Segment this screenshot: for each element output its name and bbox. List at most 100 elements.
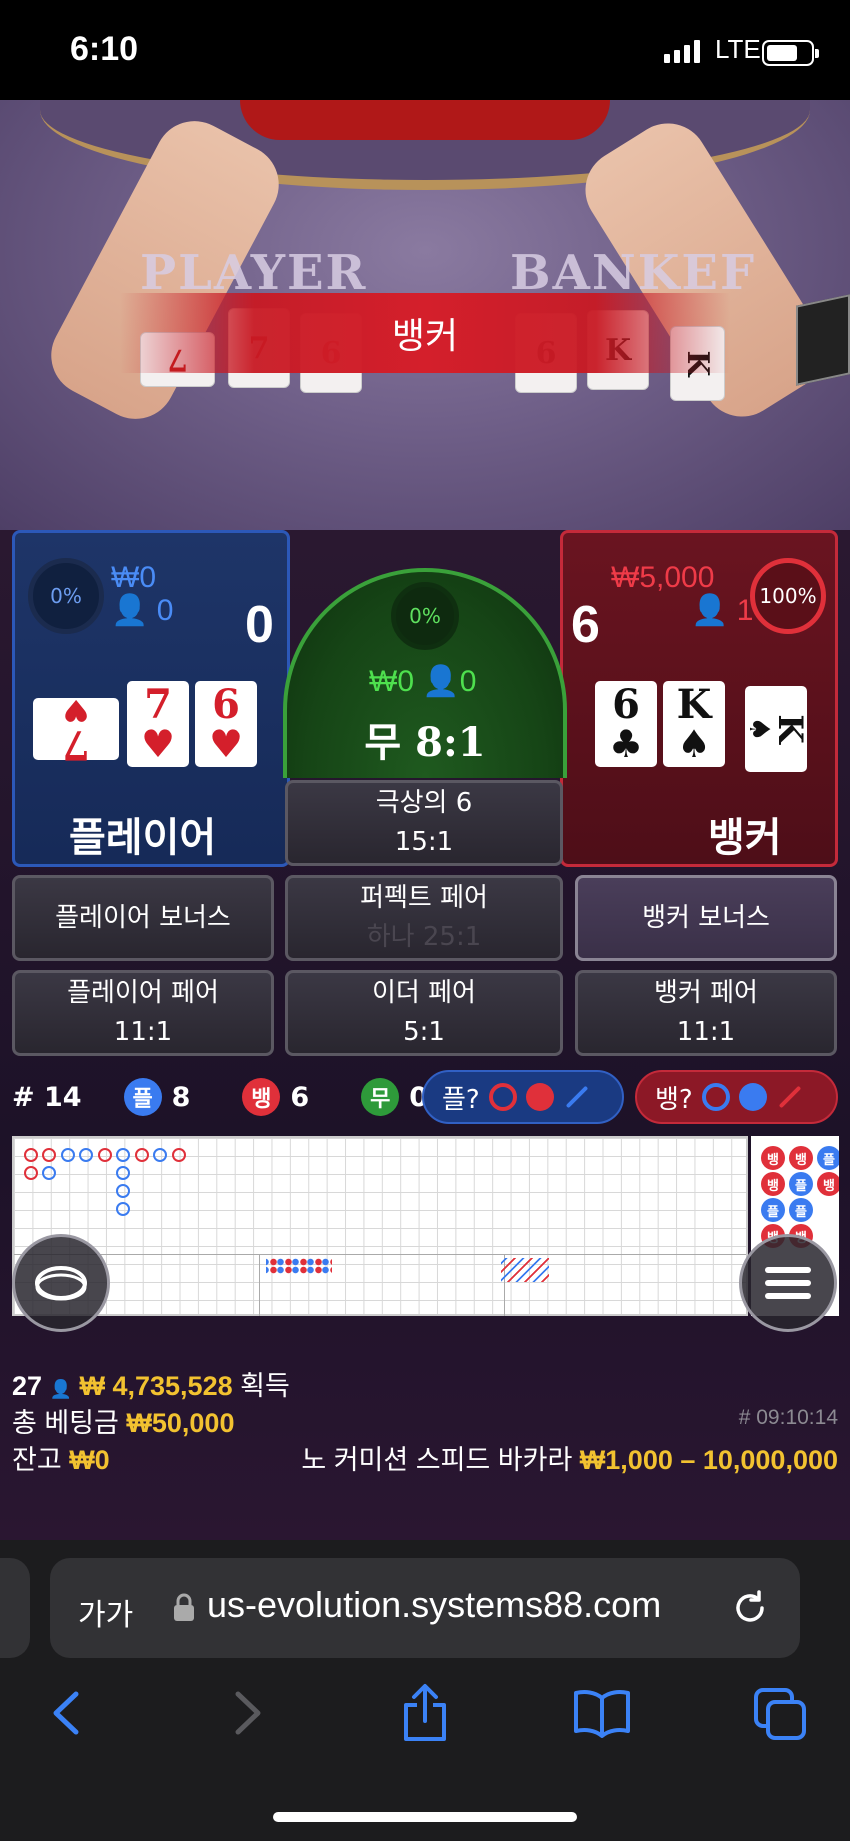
player-count-badge: 플	[123, 1078, 162, 1116]
either-pair-button[interactable]: 이더 페어 5:1	[285, 970, 563, 1056]
tie-label: 무 8:1	[364, 719, 486, 766]
table-icon	[35, 1266, 87, 1301]
lock-icon	[174, 1593, 194, 1621]
banker-score: 6	[571, 596, 600, 654]
player-bettors: 👤 0	[111, 593, 173, 628]
big-road[interactable]	[12, 1136, 748, 1316]
road-mark	[116, 1148, 130, 1162]
player-bonus-label: 플레이어 보너스	[55, 902, 231, 933]
result-banner: 뱅커	[120, 293, 730, 373]
tie-bettors-count: 0	[459, 665, 477, 698]
game-id: # 09:10:14	[738, 1406, 838, 1429]
banker-percent-ring: 100%	[750, 558, 826, 634]
banker-bet-amount: ₩5,000	[611, 561, 715, 594]
player-bonus-button[interactable]: 플레이어 보너스	[12, 875, 274, 961]
small-road-icon	[738, 1083, 767, 1111]
perfect-pair-button[interactable]: 퍼펙트 페어 하나 25:1	[285, 875, 563, 961]
bead: 플	[817, 1146, 839, 1170]
person-icon: 👤	[111, 594, 149, 627]
player-card: 7 ♥	[127, 681, 189, 767]
road-mark	[153, 1148, 167, 1162]
ask-player-label: 플?	[442, 1084, 480, 1115]
player-pair-odds: 11:1	[113, 1017, 173, 1047]
small-road-icon	[525, 1083, 554, 1111]
total-bet-amount: ₩50,000	[126, 1408, 235, 1438]
super6-odds: 15:1	[394, 827, 454, 857]
lobby-button[interactable]	[12, 1234, 110, 1332]
address-bar[interactable]: 가가 us-evolution.systems88.com	[50, 1558, 800, 1658]
card-shoe	[796, 294, 850, 386]
banker-pair-label: 뱅커 페어	[654, 978, 758, 1008]
text-size-button[interactable]: 가가	[78, 1590, 133, 1634]
stats-row: # 14 플 8 뱅 6 무 0	[12, 1078, 428, 1116]
bead: 플	[789, 1172, 813, 1196]
banker-pair-button[interactable]: 뱅커 페어 11:1	[575, 970, 837, 1056]
player-bet-amount: ₩0	[111, 561, 156, 594]
player-score: 0	[245, 596, 274, 654]
road-mark	[42, 1166, 56, 1180]
road-mark	[24, 1166, 38, 1180]
url-text[interactable]: us-evolution.systems88.com	[207, 1584, 661, 1626]
tie-count-badge: 무	[361, 1078, 400, 1116]
bead: 플	[789, 1198, 813, 1222]
forward-icon[interactable]	[232, 1690, 266, 1736]
share-icon[interactable]	[400, 1683, 450, 1743]
back-icon[interactable]	[48, 1690, 82, 1736]
super6-label: 극상의 6	[375, 788, 473, 818]
banker-bet-spot[interactable]: ₩5,000 👤 1 100% 6 6 ♣ K ♠ K ♠ 뱅커	[560, 530, 838, 867]
players-online: 27	[12, 1371, 43, 1401]
balance: 잔고 ₩0	[12, 1438, 110, 1477]
bead: 뱅	[817, 1172, 839, 1196]
live-video: PLAYER BANKEF 7 7 6 6 K K 뱅커	[0, 100, 850, 530]
road-mark	[116, 1166, 130, 1180]
tie-bet: ₩0 👤0	[369, 664, 476, 699]
menu-button[interactable]	[739, 1234, 837, 1332]
ask-player-button[interactable]: 플?	[422, 1070, 624, 1124]
cockroach-icon	[565, 1085, 589, 1109]
small-road	[266, 1258, 332, 1274]
banker-bonus-button[interactable]: 뱅커 보너스	[575, 875, 837, 961]
previous-tab[interactable]	[0, 1558, 30, 1658]
big-eye-icon	[701, 1083, 730, 1111]
balance-amount: ₩0	[69, 1445, 110, 1475]
person-icon: 👤	[49, 1379, 72, 1399]
bead: 뱅	[789, 1146, 813, 1170]
table-limits: ₩1,000 – 10,000,000	[579, 1445, 838, 1475]
ask-banker-button[interactable]: 뱅?	[635, 1070, 838, 1124]
player-pair-button[interactable]: 플레이어 페어 11:1	[12, 970, 274, 1056]
reload-icon[interactable]	[730, 1588, 770, 1628]
balance-label: 잔고	[12, 1445, 62, 1475]
network-label: LTE	[715, 34, 761, 64]
person-icon: 👤	[422, 665, 460, 698]
bookmarks-icon[interactable]	[573, 1688, 631, 1738]
road-mark	[42, 1148, 56, 1162]
win-label: 획득	[240, 1371, 290, 1401]
player-label: 플레이어	[69, 815, 217, 861]
ask-banker-label: 뱅?	[655, 1084, 693, 1115]
super6-bet-button[interactable]: 극상의 6 15:1	[285, 780, 563, 866]
table-name: 노 커미션 스피드 바카라	[301, 1445, 573, 1475]
table-info: 노 커미션 스피드 바카라 ₩1,000 – 10,000,000	[301, 1438, 838, 1477]
road-mark	[135, 1148, 149, 1162]
round-number: # 14	[12, 1081, 82, 1113]
player-pair-label: 플레이어 페어	[67, 978, 219, 1008]
banker-card: K ♠	[743, 686, 810, 772]
total-bet-label: 총 베팅금	[12, 1408, 119, 1438]
person-icon: 👤	[691, 594, 729, 627]
tabs-icon[interactable]	[752, 1686, 808, 1742]
dealer	[240, 100, 610, 140]
road-mark	[98, 1148, 112, 1162]
win-summary: 27 👤 ₩ 4,735,528 획득	[12, 1364, 290, 1403]
banker-bonus-label: 뱅커 보너스	[642, 902, 770, 933]
road-divider	[259, 1254, 260, 1316]
road-divider	[14, 1254, 746, 1255]
signal-icon	[664, 40, 700, 63]
road-mark	[24, 1148, 38, 1162]
player-card: 6 ♥	[195, 681, 257, 767]
player-percent-ring: 0%	[28, 558, 104, 634]
perfect-pair-label: 퍼펙트 페어	[360, 883, 488, 913]
road-mark	[79, 1148, 93, 1162]
banker-bettors: 👤 1	[691, 593, 753, 628]
big-eye-icon	[488, 1083, 517, 1111]
player-bet-spot[interactable]: 0% ₩0 👤 0 0 7 ♥ 7 ♥ 6 ♥ 플레이어	[12, 530, 290, 867]
